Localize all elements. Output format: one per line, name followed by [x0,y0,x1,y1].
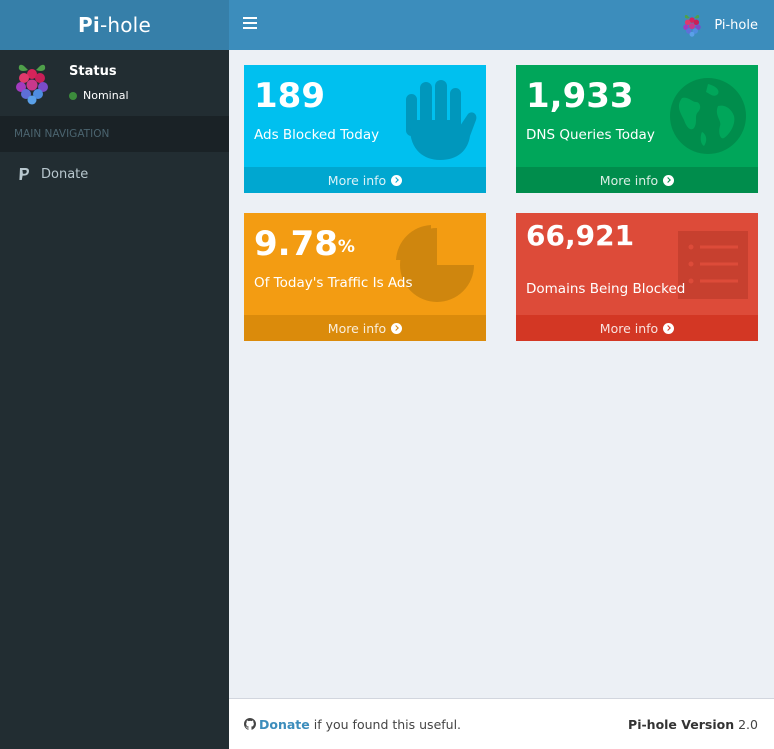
stat-value: 189 [254,76,325,116]
logo-light: -hole [99,13,151,37]
status-title: Status [69,64,117,79]
raspberry-pi-icon [683,15,702,37]
main-content: 189 Ads Blocked Today More info 1,933 DN… [229,50,774,698]
stat-box-dns-queries: 1,933 DNS Queries Today More info [516,65,758,193]
stat-box-domains-blocked: 66,921 Domains Being Blocked More info [516,213,758,341]
sidebar: Pi-hole Status Nominal MAIN NAVIGATION [0,0,229,749]
page-footer: Donate if you found this useful. Pi-hole… [229,698,774,749]
stat-value: 66,921 [526,219,635,252]
arrow-circle-right-icon [663,322,675,334]
list-alt-icon [678,231,748,299]
status-indicator-icon [69,91,77,100]
header-user-menu[interactable]: Pi-hole [681,13,758,37]
stat-value-number: 9.78 [254,224,338,264]
hand-icon [406,80,477,160]
footer-donate-link[interactable]: Donate [259,717,310,732]
github-icon [244,718,256,730]
stat-label: Domains Being Blocked [526,281,686,297]
paypal-icon [19,168,30,180]
more-info-label: More info [327,320,387,336]
more-info-label: More info [599,172,659,188]
header-user-name: Pi-hole [714,17,758,33]
sidebar-item-donate[interactable]: Donate [0,152,229,196]
more-info-label: More info [327,172,387,188]
globe-icon [670,78,746,154]
more-info-link[interactable]: More info [516,315,758,341]
more-info-link[interactable]: More info [244,315,486,341]
stat-label: Ads Blocked Today [254,127,380,143]
stat-value: 9.78% [254,223,413,265]
footer-donate-suffix: if you found this useful. [313,716,462,732]
more-info-label: More info [599,320,659,336]
version-label: Pi-hole Version [628,716,735,732]
more-info-link[interactable]: More info [516,167,758,193]
logo-bold: Pi [78,13,100,37]
user-panel: Status Nominal [0,50,229,116]
bars-icon[interactable] [243,17,257,31]
status-text: Nominal [83,89,129,102]
stat-label: DNS Queries Today [526,127,655,143]
stat-value: 1,933 [526,76,634,116]
raspberry-pi-icon [16,64,48,105]
arrow-circle-right-icon [663,174,675,186]
stat-value-unit: % [337,237,355,257]
sidebar-item-label: Donate [41,166,89,182]
top-navbar: Pi-hole [229,0,774,50]
stat-box-ads-blocked: 189 Ads Blocked Today More info [244,65,486,193]
stat-box-ads-percentage: 9.78% Of Today's Traffic Is Ads More inf… [244,213,486,341]
nav-header: MAIN NAVIGATION [0,116,229,152]
arrow-circle-right-icon [391,174,403,186]
more-info-link[interactable]: More info [244,167,486,193]
version-number: 2.0 [738,716,758,732]
arrow-circle-right-icon [391,322,403,334]
stat-label: Of Today's Traffic Is Ads [254,275,413,291]
logo[interactable]: Pi -hole [0,0,229,50]
